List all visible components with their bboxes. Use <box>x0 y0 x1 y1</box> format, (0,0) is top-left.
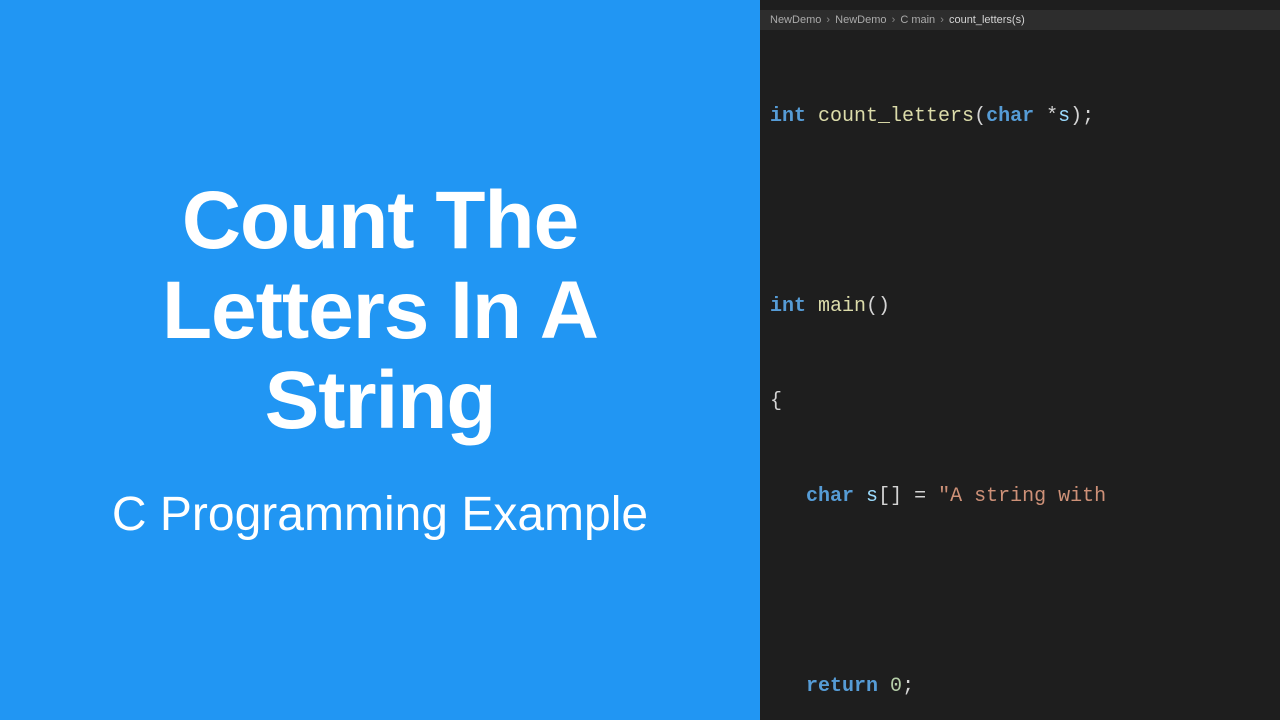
breadcrumb-item-2: NewDemo <box>835 14 886 26</box>
breadcrumb-item-4: count_letters(s) <box>949 14 1025 26</box>
main-title: Count The Letters In A String <box>40 176 720 447</box>
right-panel: NewDemo › NewDemo › C main › count_lette… <box>760 0 1280 720</box>
breadcrumb-item-3: C main <box>900 14 935 26</box>
breadcrumb-item-1: NewDemo <box>770 14 821 26</box>
code-line-1: int count_letters(char *s); <box>770 100 1280 133</box>
breadcrumb: NewDemo › NewDemo › C main › count_lette… <box>760 10 1280 30</box>
code-line-3: int main() <box>770 290 1280 323</box>
code-line-2 <box>770 195 1280 228</box>
left-panel: Count The Letters In A String C Programm… <box>0 0 760 720</box>
code-line-6 <box>770 575 1280 608</box>
code-editor[interactable]: int count_letters(char *s); int main() {… <box>760 38 1280 720</box>
subtitle: C Programming Example <box>112 486 648 544</box>
code-line-5: char s[] = "A string with <box>770 480 1280 513</box>
code-line-7: return 0; <box>770 670 1280 703</box>
code-line-4: { <box>770 385 1280 418</box>
